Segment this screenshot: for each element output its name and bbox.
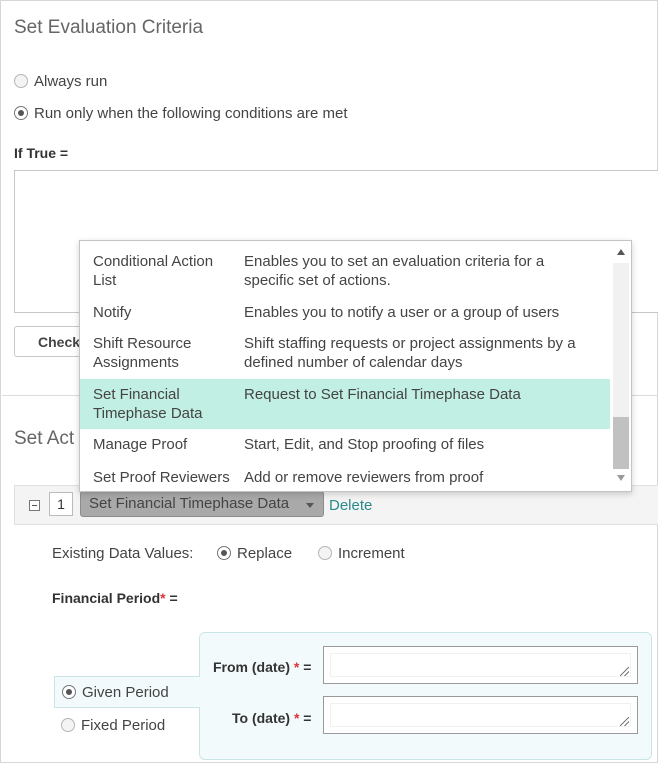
always-run-radio[interactable] — [14, 74, 28, 88]
replace-label: Replace — [237, 545, 293, 562]
fixed-period-option[interactable]: Fixed Period — [61, 717, 165, 734]
scroll-thumb[interactable] — [613, 417, 629, 469]
always-run-option[interactable]: Always run — [14, 73, 107, 90]
from-date-label: From (date) * = — [213, 659, 311, 675]
resize-handle-icon[interactable] — [620, 717, 629, 726]
to-date-input[interactable] — [323, 696, 638, 734]
dropdown-item-desc: Add or remove reviewers from proof — [244, 469, 484, 486]
given-period-radio[interactable] — [62, 685, 76, 699]
dropdown-item-desc: Enables you to notify a user or a group … — [244, 304, 560, 321]
dropdown-item-desc: Request to Set Financial Timephase Data — [244, 386, 521, 403]
dropdown-item-desc: Start, Edit, and Stop proofing of files — [244, 436, 485, 453]
dropdown-item[interactable]: Notify Enables you to notify a user or a… — [80, 296, 610, 327]
fixed-period-radio[interactable] — [61, 718, 75, 732]
financial-period-text: Financial Period — [52, 590, 161, 606]
from-date-field[interactable] — [330, 653, 631, 677]
collapse-icon[interactable] — [29, 500, 40, 511]
always-run-label: Always run — [34, 73, 108, 90]
actions-title: Set Act — [14, 428, 75, 449]
dropdown-item-selected[interactable]: Set Financial Timephase Data Request to S… — [80, 379, 610, 429]
scroll-up-icon[interactable] — [617, 249, 625, 255]
dropdown-item-name: Shift Resource Assignments — [93, 335, 192, 371]
replace-radio[interactable] — [217, 546, 231, 560]
dropdown-item[interactable]: Manage Proof Start, Edit, and Stop proof… — [80, 429, 610, 461]
increment-option[interactable]: Increment — [318, 545, 405, 562]
given-period-option[interactable]: Given Period — [62, 684, 169, 701]
action-type-value: Set Financial Timephase Data — [89, 495, 290, 512]
window: Set Evaluation Criteria Always run Run o… — [0, 0, 658, 763]
financial-period-label: Financial Period* = — [52, 590, 178, 606]
dropdown-item[interactable]: Conditional Action List Enables you to se… — [80, 241, 610, 296]
conditional-run-radio[interactable] — [14, 106, 28, 120]
action-type-select[interactable]: Set Financial Timephase Data — [80, 491, 324, 517]
delete-link[interactable]: Delete — [329, 497, 372, 514]
resize-handle-icon[interactable] — [620, 667, 629, 676]
to-date-text: To (date) — [232, 710, 291, 726]
dropdown-item-desc: Shift staffing requests or project assig… — [244, 335, 576, 371]
increment-label: Increment — [338, 545, 405, 562]
dropdown-scrollbar[interactable] — [611, 241, 631, 491]
dropdown-item-name: Set Financial Timephase Data — [93, 386, 203, 422]
fixed-period-label: Fixed Period — [81, 717, 166, 734]
to-date-field[interactable] — [330, 703, 631, 727]
action-number: 1 — [49, 492, 73, 516]
dropdown-item-name: Set Proof Reviewers — [93, 469, 230, 486]
scroll-down-icon[interactable] — [617, 475, 625, 481]
replace-option[interactable]: Replace — [217, 545, 292, 562]
evaluation-title: Set Evaluation Criteria — [14, 17, 204, 38]
dropdown-item-name: Notify — [93, 304, 132, 321]
from-date-input[interactable] — [323, 646, 638, 684]
existing-data-label: Existing Data Values: — [52, 545, 194, 562]
dropdown-item-name: Conditional Action List — [93, 253, 214, 289]
increment-radio[interactable] — [318, 546, 332, 560]
conditional-run-option[interactable]: Run only when the following conditions a… — [14, 105, 348, 122]
dropdown-item[interactable]: Shift Resource Assignments Shift staffing… — [80, 327, 610, 379]
from-date-text: From (date) — [213, 659, 290, 675]
if-true-label: If True = — [14, 145, 69, 161]
to-date-label: To (date) * = — [232, 710, 312, 726]
given-period-label: Given Period — [82, 684, 169, 701]
dropdown-item-name: Manage Proof — [93, 436, 188, 453]
dropdown-item[interactable]: Set Proof Reviewers Add or remove review… — [80, 461, 610, 491]
chevron-down-icon — [306, 503, 314, 508]
from-date-equals: = — [299, 659, 312, 675]
action-type-dropdown: Conditional Action List Enables you to se… — [79, 240, 632, 492]
to-date-equals: = — [299, 710, 312, 726]
conditional-run-label: Run only when the following conditions a… — [34, 105, 348, 122]
dropdown-item-desc: Enables you to set an evaluation criteri… — [244, 253, 545, 289]
financial-period-equals: = — [165, 590, 178, 606]
